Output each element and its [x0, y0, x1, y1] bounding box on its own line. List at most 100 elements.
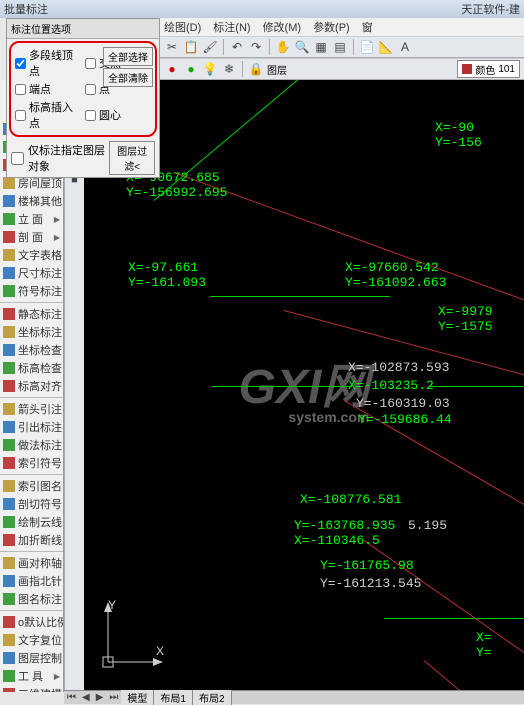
option-label: 多段线顶点: [29, 47, 81, 79]
sidebar-item[interactable]: 剖 面▶: [0, 228, 63, 246]
tab-model[interactable]: 模型: [121, 690, 154, 705]
sidebar-item-icon: [3, 344, 15, 356]
layer-filter-button[interactable]: 图层过滤<: [109, 141, 155, 175]
option-checkbox[interactable]: [15, 84, 26, 95]
sidebar-item[interactable]: 索引图名: [0, 477, 63, 495]
sidebar-item[interactable]: 工 具 ▶: [0, 667, 63, 685]
tool-icon[interactable]: 📐: [378, 39, 394, 55]
tool-icon[interactable]: 🖌: [202, 39, 218, 55]
sidebar-item-icon: [3, 616, 15, 628]
sidebar-item[interactable]: 箭头引注: [0, 400, 63, 418]
layer-icon[interactable]: ❄: [221, 61, 237, 77]
sidebar-item-label: 图名标注: [18, 591, 62, 607]
redo-icon[interactable]: ↷: [248, 39, 264, 55]
chevron-right-icon: ▶: [54, 672, 60, 681]
layer-icon[interactable]: 💡: [202, 61, 218, 77]
tab-nav-prev[interactable]: ◀: [79, 692, 93, 703]
sidebar-item-label: 加折断线: [18, 532, 62, 548]
sidebar-item-label: 标高检查: [18, 360, 62, 376]
tool-icon[interactable]: ▤: [332, 39, 348, 55]
select-all-button[interactable]: 全部选择: [103, 47, 153, 66]
tool-icon[interactable]: ✂: [164, 39, 180, 55]
tab-layout2[interactable]: 布局2: [193, 690, 232, 705]
menu-window[interactable]: 窗: [362, 19, 373, 35]
drawing-line-green: [384, 618, 524, 619]
sidebar-item[interactable]: 静态标注: [0, 305, 63, 323]
sidebar-item-icon: [3, 177, 15, 189]
menu-param[interactable]: 参数(P): [313, 19, 350, 35]
sidebar-item-icon: [3, 362, 15, 374]
drawing-line-green: [429, 386, 524, 387]
coordinate-label: 5.195: [408, 518, 447, 533]
sidebar-item-icon: [3, 439, 15, 451]
sidebar-item-label: 三维建模: [18, 686, 62, 692]
sidebar-item[interactable]: 尺寸标注▶: [0, 264, 63, 282]
sidebar-item[interactable]: o默认比例▶: [0, 613, 63, 631]
sidebar-item-label: 符号标注: [18, 283, 62, 299]
sidebar-item[interactable]: 剖切符号: [0, 495, 63, 513]
sidebar-item[interactable]: 坐标检查: [0, 341, 63, 359]
sidebar-item[interactable]: 标高检查: [0, 359, 63, 377]
menu-draw[interactable]: 绘图(D): [164, 19, 201, 35]
tab-layout1[interactable]: 布局1: [154, 690, 193, 705]
sidebar-item-icon: [3, 557, 15, 569]
sidebar-item-icon: [3, 403, 15, 415]
sidebar-item[interactable]: 符号标注▶: [0, 282, 63, 300]
sidebar-item[interactable]: 索引符号: [0, 454, 63, 472]
sidebar-item[interactable]: 加折断线: [0, 531, 63, 549]
tool-icon[interactable]: ▦: [313, 39, 329, 55]
sidebar-item-label: 工 具: [18, 668, 43, 684]
sidebar-item[interactable]: 引出标注: [0, 418, 63, 436]
pan-icon[interactable]: ✋: [275, 39, 291, 55]
undo-icon[interactable]: ↶: [229, 39, 245, 55]
layer-icon[interactable]: 🔒: [248, 61, 264, 77]
sidebar-item[interactable]: 图层控制▶: [0, 649, 63, 667]
layer-only-label: 仅标注指定图层对象: [28, 142, 105, 174]
ucs-icon: Y X: [98, 602, 168, 672]
option-0[interactable]: 多段线顶点: [15, 47, 81, 79]
tab-nav-last[interactable]: ⏭: [106, 692, 121, 703]
option-checkbox[interactable]: [85, 58, 96, 69]
tab-nav-next[interactable]: ▶: [93, 692, 107, 703]
tab-nav-first[interactable]: ⏮: [64, 692, 79, 703]
sidebar-item-label: 索引符号: [18, 455, 62, 471]
sidebar-item[interactable]: 标高对齐: [0, 377, 63, 395]
sidebar-item[interactable]: 做法标注: [0, 436, 63, 454]
sidebar-item-icon: [3, 231, 15, 243]
sidebar-item[interactable]: 文字表格▶: [0, 246, 63, 264]
tool-icon[interactable]: 📋: [183, 39, 199, 55]
option-checkbox[interactable]: [85, 110, 96, 121]
sidebar-item[interactable]: 三维建模▶: [0, 685, 63, 692]
sidebar-item-icon: [3, 457, 15, 469]
tool-icon[interactable]: 📄: [359, 39, 375, 55]
sidebar-item[interactable]: 坐标标注: [0, 323, 63, 341]
tool-icon[interactable]: A: [397, 39, 413, 55]
sidebar-item[interactable]: 绘制云线: [0, 513, 63, 531]
sidebar-item[interactable]: 图名标注: [0, 590, 63, 608]
sidebar-item-icon: [3, 575, 15, 587]
option-checkbox[interactable]: [15, 110, 26, 121]
sidebar-item[interactable]: 画对称轴: [0, 554, 63, 572]
zoom-icon[interactable]: 🔍: [294, 39, 310, 55]
sidebar-item-icon: [3, 634, 15, 646]
layer-icon[interactable]: ●: [164, 61, 180, 77]
sidebar-item[interactable]: 立 面▶: [0, 210, 63, 228]
option-4[interactable]: 标高插入点: [15, 99, 81, 131]
sidebar-item[interactable]: 画指北针: [0, 572, 63, 590]
clear-all-button[interactable]: 全部清除: [103, 68, 153, 87]
option-2[interactable]: 端点: [15, 81, 81, 97]
sidebar-item-icon: [3, 652, 15, 664]
layer-icon[interactable]: ●: [183, 61, 199, 77]
layer-only-checkbox[interactable]: [11, 152, 24, 165]
options-header: 标注位置选项: [7, 19, 159, 39]
option-checkbox[interactable]: [85, 84, 96, 95]
sidebar-item[interactable]: 楼梯其他▶: [0, 192, 63, 210]
menu-dimension[interactable]: 标注(N): [213, 19, 250, 35]
color-combo[interactable]: 颜色 101: [457, 60, 520, 78]
sidebar-item[interactable]: 文字复位▶: [0, 631, 63, 649]
option-5[interactable]: 圆心: [85, 99, 151, 131]
sidebar-item-label: o默认比例: [18, 614, 64, 630]
menu-modify[interactable]: 修改(M): [263, 19, 302, 35]
option-checkbox[interactable]: [15, 58, 26, 69]
sidebar-item-icon: [3, 380, 15, 392]
